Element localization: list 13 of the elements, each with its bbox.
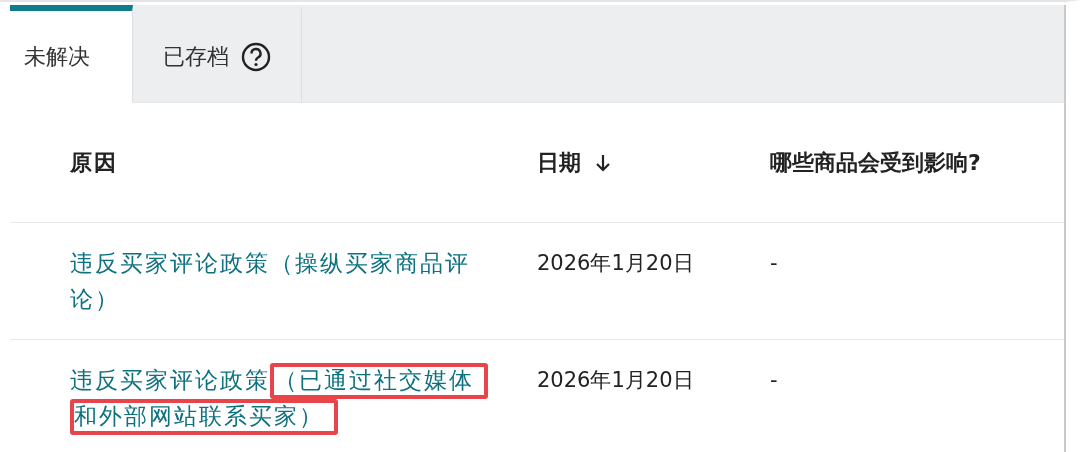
reason-link[interactable]: 违反买家评论政策 （已通过社交媒体和外部网站联系买家） — [70, 362, 490, 434]
sort-arrow-icon[interactable] — [595, 152, 611, 173]
date-text: 2026年1月20日 — [537, 368, 694, 392]
tab[interactable]: 未解决 — [10, 5, 133, 103]
column-header[interactable]: 日期 — [537, 144, 611, 181]
date-text: 2026年1月20日 — [537, 251, 694, 275]
affected-items-text: - — [770, 251, 778, 275]
tab[interactable]: 已存档 — [133, 5, 302, 103]
help-icon[interactable] — [241, 41, 271, 72]
column-header: 哪些商品会受到影响? — [770, 148, 981, 177]
affected-items-text: - — [770, 368, 778, 392]
reason-link[interactable]: 违反买家评论政策（操纵买家商品评论） — [70, 245, 490, 317]
column-header: 原因 — [70, 148, 118, 177]
